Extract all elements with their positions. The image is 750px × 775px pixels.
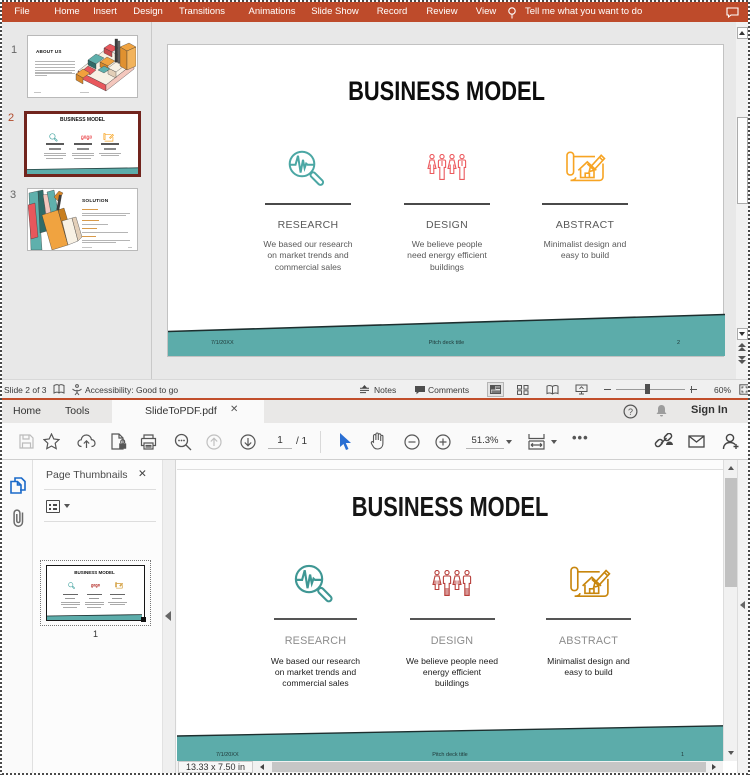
svg-text:?: ? <box>628 407 633 417</box>
